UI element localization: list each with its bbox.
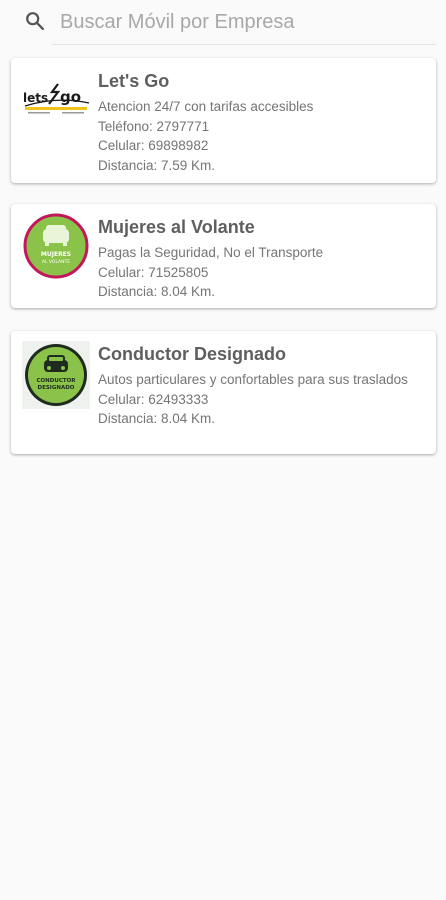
search-icon[interactable] — [24, 10, 46, 32]
company-info: Mujeres al Volante Pagas la Seguridad, N… — [98, 216, 426, 302]
mujeres-al-volante-logo-icon: MUJERES AL VOLANTE — [23, 213, 89, 279]
company-cell: Celular: 69898982 — [98, 138, 209, 153]
company-name: Mujeres al Volante — [98, 217, 255, 237]
company-info: Conductor Designado Autos particulares y… — [98, 343, 426, 429]
lets-go-logo-icon: lets go — [22, 70, 92, 136]
svg-text:go: go — [60, 88, 81, 106]
company-tagline: Atencion 24/7 con tarifas accesibles — [98, 99, 314, 114]
company-card-conductor-designado[interactable]: CONDUCTOR DESIGNADO Conductor Designado … — [11, 331, 436, 454]
company-distance: Distancia: 8.04 Km. — [98, 284, 216, 299]
conductor-designado-logo-icon: CONDUCTOR DESIGNADO — [22, 341, 90, 409]
company-info: Let's Go Atencion 24/7 con tarifas acces… — [98, 70, 426, 175]
company-card-mujeres-al-volante[interactable]: MUJERES AL VOLANTE Mujeres al Volante Pa… — [11, 204, 436, 308]
svg-text:DESIGNADO: DESIGNADO — [38, 385, 75, 391]
search-input[interactable] — [52, 4, 436, 40]
company-name: Let's Go — [98, 71, 170, 91]
svg-text:CONDUCTOR: CONDUCTOR — [36, 378, 76, 384]
company-cell: Celular: 71525805 — [98, 264, 209, 280]
company-phone: Teléfono: 2797771 — [98, 118, 210, 134]
company-card-lets-go[interactable]: lets go Let's Go Atencion 24/7 con tarif… — [11, 58, 436, 183]
company-distance: Distancia: 8.04 Km. — [98, 411, 216, 426]
company-tagline: Autos particulares y confortables para s… — [98, 372, 408, 387]
company-distance: Distancia: 7.59 Km. — [98, 157, 216, 173]
search-bar — [0, 0, 446, 46]
search-underline — [52, 44, 436, 45]
company-cell: Celular: 62493333 — [98, 391, 209, 407]
company-tagline: Pagas la Seguridad, No el Transporte — [98, 245, 324, 260]
svg-text:AL VOLANTE: AL VOLANTE — [42, 259, 70, 265]
svg-text:MUJERES: MUJERES — [41, 251, 71, 258]
company-name: Conductor Designado — [98, 344, 286, 364]
